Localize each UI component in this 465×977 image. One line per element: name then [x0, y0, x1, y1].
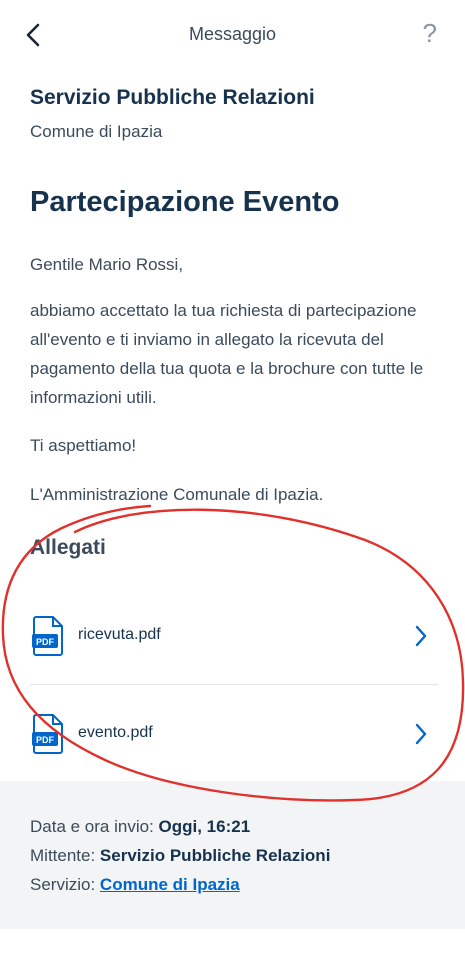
page-title: Messaggio [188, 24, 277, 44]
attachments-title: Allegati [30, 536, 106, 559]
service-row: Servizio: Comune di Ipazia [30, 875, 240, 895]
message-closing: Ti aspettiamo! [30, 436, 137, 455]
message-signature: L'Amministrazione Comunale di Ipazia. [30, 485, 324, 504]
message-paragraph: abbiamo accettato la tua richiesta di pa… [30, 301, 424, 407]
message-details: Data e ora invio: Oggi, 16:21 Mittente: … [0, 781, 465, 929]
send-date-label: Data e ora invio: [30, 817, 159, 836]
sender-row: Mittente: Servizio Pubbliche Relazioni [30, 846, 330, 866]
chevron-right-icon [415, 625, 427, 647]
pdf-icon: PDF [32, 616, 63, 656]
svg-text:PDF: PDF [36, 637, 55, 647]
attachment-item[interactable]: PDF evento.pdf [30, 686, 440, 784]
message-greeting: Gentile Mario Rossi, [30, 255, 184, 274]
top-bar: Messaggio ? [0, 0, 465, 70]
send-date-row: Data e ora invio: Oggi, 16:21 [30, 817, 250, 837]
attachment-divider [30, 684, 438, 685]
service-link[interactable]: Comune di Ipazia [100, 875, 240, 894]
service-label: Servizio: [30, 875, 100, 894]
pdf-icon: PDF [32, 714, 63, 754]
sender-value: Servizio Pubbliche Relazioni [99, 846, 331, 865]
send-date-value: Oggi, 16:21 [158, 817, 251, 836]
help-icon[interactable]: ? [423, 18, 437, 49]
attachment-name: evento.pdf [78, 724, 153, 741]
svg-text:PDF: PDF [36, 735, 55, 745]
attachment-item[interactable]: PDF ricevuta.pdf [30, 588, 440, 686]
attachment-name: ricevuta.pdf [78, 626, 161, 643]
sender-label: Mittente: [30, 846, 100, 865]
chevron-right-icon [415, 723, 427, 745]
message-subject: Partecipazione Evento [30, 186, 340, 218]
sender-name: Servizio Pubbliche Relazioni [30, 86, 315, 109]
sender-organization: Comune di Ipazia [30, 122, 163, 141]
